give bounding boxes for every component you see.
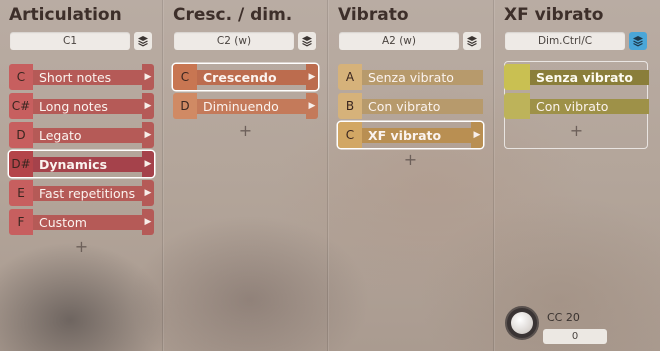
item-key: A	[338, 64, 362, 90]
column-title: XF vibrato	[504, 5, 604, 25]
knob-icon	[511, 312, 533, 334]
chevron-right-icon: ▶	[142, 180, 154, 206]
item-label: Con vibrato	[362, 98, 483, 114]
articulation-editor: Articulation C1 C Short notes ▶ C# Long …	[0, 0, 660, 351]
item-key: B	[338, 93, 362, 119]
layers-icon	[633, 36, 643, 47]
item-label: Custom	[33, 214, 142, 230]
column-title: Vibrato	[338, 5, 409, 25]
item-label: Senza vibrato	[362, 69, 483, 85]
cc-value-field[interactable]: 0	[543, 329, 607, 344]
item-label: Fast repetitions	[33, 185, 142, 201]
item-key	[504, 64, 530, 90]
layers-icon	[138, 36, 148, 47]
item-key: C	[9, 64, 33, 90]
item-label: Con vibrato	[530, 98, 649, 114]
chevron-right-icon: ▶	[306, 64, 318, 90]
chevron-right-icon: ▶	[142, 122, 154, 148]
list-item[interactable]: A Senza vibrato	[338, 64, 483, 90]
column-vibrato: Vibrato A2 (w) A Senza vibrato B Con vib…	[329, 0, 495, 351]
layers-icon	[467, 36, 477, 47]
chevron-right-icon: ▶	[142, 151, 154, 177]
item-label: Legato	[33, 127, 142, 143]
item-label: Diminuendo	[197, 98, 306, 114]
layers-icon	[302, 36, 312, 47]
list-item[interactable]: Con vibrato	[504, 93, 649, 119]
item-key: C#	[9, 93, 33, 119]
column-xf-vibrato: XF vibrato Dim.Ctrl/C Senza vibrato Con …	[495, 0, 660, 351]
list-item-selected[interactable]: Senza vibrato	[504, 64, 649, 90]
column-title: Articulation	[9, 5, 122, 25]
list-item[interactable]: D Legato ▶	[9, 122, 154, 148]
layers-button[interactable]	[463, 32, 481, 50]
key-switch-field[interactable]: A2 (w)	[339, 32, 459, 50]
column-cresc-dim: Cresc. / dim. C2 (w) C Crescendo ▶ D Dim…	[164, 0, 329, 351]
item-label: Senza vibrato	[530, 69, 649, 85]
layers-button[interactable]	[134, 32, 152, 50]
list-item-selected[interactable]: D# Dynamics ▶	[9, 151, 154, 177]
key-switch-field[interactable]: Dim.Ctrl/C	[505, 32, 625, 50]
add-item-button[interactable]: +	[504, 122, 649, 140]
list-item[interactable]: D Diminuendo ▶	[173, 93, 318, 119]
layers-button[interactable]	[298, 32, 316, 50]
item-key: D	[9, 122, 33, 148]
add-item-button[interactable]: +	[173, 122, 318, 140]
chevron-right-icon: ▶	[142, 93, 154, 119]
cc-knob[interactable]	[505, 306, 539, 340]
list-item-selected[interactable]: C XF vibrato ▶	[338, 122, 483, 148]
vibrato-list: A Senza vibrato B Con vibrato C XF vibra…	[338, 64, 483, 169]
item-label: Long notes	[33, 98, 142, 114]
item-key	[504, 93, 530, 119]
item-key: F	[9, 209, 33, 235]
chevron-right-icon: ▶	[142, 209, 154, 235]
list-item[interactable]: B Con vibrato	[338, 93, 483, 119]
item-key: C	[338, 122, 362, 148]
list-item[interactable]: F Custom ▶	[9, 209, 154, 235]
item-label: Dynamics	[33, 156, 142, 172]
list-item[interactable]: E Fast repetitions ▶	[9, 180, 154, 206]
chevron-right-icon: ▶	[142, 64, 154, 90]
add-item-button[interactable]: +	[9, 238, 154, 256]
item-key: D#	[9, 151, 33, 177]
list-item[interactable]: C# Long notes ▶	[9, 93, 154, 119]
cresc-dim-list: C Crescendo ▶ D Diminuendo ▶ +	[173, 64, 318, 140]
list-item-selected[interactable]: C Crescendo ▶	[173, 64, 318, 90]
list-item[interactable]: C Short notes ▶	[9, 64, 154, 90]
layers-button[interactable]	[629, 32, 647, 50]
chevron-right-icon: ▶	[471, 122, 483, 148]
item-key: C	[173, 64, 197, 90]
item-key: E	[9, 180, 33, 206]
column-title: Cresc. / dim.	[173, 5, 293, 25]
add-item-button[interactable]: +	[338, 151, 483, 169]
chevron-right-icon: ▶	[306, 93, 318, 119]
key-switch-field[interactable]: C2 (w)	[174, 32, 294, 50]
item-label: Short notes	[33, 69, 142, 85]
key-switch-field[interactable]: C1	[10, 32, 130, 50]
item-key: D	[173, 93, 197, 119]
cc-label: CC 20	[547, 311, 580, 324]
item-label: Crescendo	[197, 69, 306, 85]
articulation-list: C Short notes ▶ C# Long notes ▶ D Legato…	[9, 64, 154, 256]
item-label: XF vibrato	[362, 127, 471, 143]
xf-vibrato-list: Senza vibrato Con vibrato +	[504, 64, 649, 140]
column-articulation: Articulation C1 C Short notes ▶ C# Long …	[0, 0, 164, 351]
